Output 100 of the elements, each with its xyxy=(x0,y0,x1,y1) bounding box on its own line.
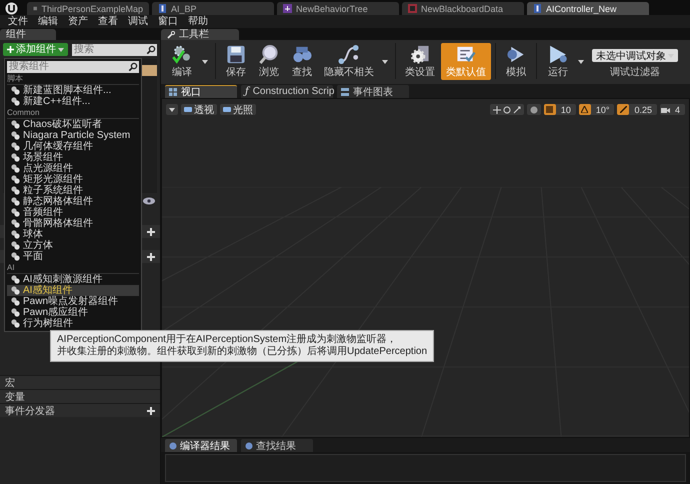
menu-item[interactable]: 帮助 xyxy=(184,16,212,28)
file-tab[interactable]: AIController_New xyxy=(527,2,649,15)
panel-tab[interactable]: 工具栏 xyxy=(161,29,239,40)
toolbar-button[interactable]: 编译 xyxy=(165,43,199,80)
document-icon xyxy=(169,442,177,450)
tooltip-text: AIPerceptionComponent用于在AIPerceptionSystem注册成为刺激物监听器， xyxy=(57,334,398,346)
node-graph-icon xyxy=(337,44,361,65)
grid-icon xyxy=(341,88,349,96)
menu-item[interactable]: 平面 xyxy=(7,251,139,262)
editor-tab[interactable]: 事件图表 xyxy=(337,85,409,98)
menu-item[interactable]: Pawn噪点发射器组件 xyxy=(7,296,139,307)
file-tab[interactable]: AI_BP xyxy=(152,2,274,15)
viewport-options-button[interactable] xyxy=(166,104,178,115)
caret-icon[interactable] xyxy=(202,60,208,64)
toolbar-button[interactable]: 查找 xyxy=(286,43,318,80)
menu-item[interactable]: 编辑 xyxy=(34,16,62,28)
world-local-button[interactable] xyxy=(526,104,541,115)
menu-item[interactable]: 音频组件 xyxy=(7,207,139,218)
editor-tab[interactable]: ƒ Construction Scrip xyxy=(241,85,333,98)
file-tab[interactable]: ThirdPersonExampleMap xyxy=(27,2,149,15)
wrench-icon xyxy=(167,30,175,38)
move-icon[interactable] xyxy=(492,106,501,114)
menu-item[interactable]: Chaos破坏监听者 xyxy=(7,119,139,130)
plus-icon xyxy=(7,46,14,53)
debug-filter-dropdown[interactable]: 未选中调试对象 xyxy=(592,49,678,62)
menu-item[interactable]: 行为树组件 xyxy=(7,318,139,329)
debug-filter-label: 调试过滤器 xyxy=(610,66,660,79)
search-icon[interactable] xyxy=(127,61,139,73)
eye-icon[interactable] xyxy=(143,197,157,205)
menu-item[interactable]: 新建C++组件... xyxy=(7,96,139,107)
plus-icon[interactable] xyxy=(147,252,155,260)
panel-tab[interactable]: 查找结果 xyxy=(241,439,313,452)
menu-item[interactable]: 资产 xyxy=(64,16,92,28)
grid-snap-button[interactable] xyxy=(544,104,556,115)
add-component-button[interactable]: 添加组件 xyxy=(3,43,68,56)
camera-icon xyxy=(660,106,670,114)
floppy-icon xyxy=(225,44,247,65)
toolbar-button[interactable]: 浏览 xyxy=(253,43,285,80)
category-header: AI xyxy=(7,263,139,274)
menu-item[interactable]: 骨骼网格体组件 xyxy=(7,218,139,229)
board-icon xyxy=(408,4,417,13)
grid-icon xyxy=(169,88,177,96)
grid-icon xyxy=(546,106,554,113)
panel-tab[interactable]: 编译器结果 xyxy=(165,439,237,452)
gear-icon xyxy=(409,44,431,65)
menu-item[interactable]: 查看 xyxy=(94,16,122,28)
editor-tab[interactable]: 视口 xyxy=(165,85,237,98)
section-title: 事件分发器 xyxy=(5,404,55,418)
menu-item[interactable]: 新建蓝图脚本组件... xyxy=(7,85,139,96)
plus-icon[interactable] xyxy=(147,228,155,236)
map-icon xyxy=(33,4,38,13)
menu-item[interactable]: 立方体 xyxy=(7,240,139,251)
category-header: 脚本 xyxy=(7,74,139,85)
section-title: 宏 xyxy=(5,376,15,390)
caret-icon[interactable] xyxy=(382,60,388,64)
view-mode-button[interactable]: 光照 xyxy=(220,104,256,115)
menu-item[interactable]: 窗口 xyxy=(154,16,182,28)
menu-item[interactable]: Pawn感应组件 xyxy=(7,307,139,318)
menu-item[interactable]: 矩形光源组件 xyxy=(7,174,139,185)
file-tab[interactable]: NewBlackboardData xyxy=(402,2,524,15)
toolbar-button[interactable]: 运行 xyxy=(541,43,575,80)
tree-icon xyxy=(283,4,292,13)
toolbar-button[interactable]: 隐藏不相关 xyxy=(319,43,379,80)
menu-item[interactable]: 场景组件 xyxy=(7,152,139,163)
menu-item[interactable]: 点光源组件 xyxy=(7,163,139,174)
toolbar-button[interactable]: 保存 xyxy=(220,43,252,80)
menu-item[interactable]: 文件 xyxy=(4,16,32,28)
search-icon[interactable] xyxy=(145,44,157,56)
file-tab[interactable]: NewBehaviorTree xyxy=(277,2,399,15)
cube-icon xyxy=(223,106,231,113)
plus-icon[interactable] xyxy=(147,406,155,414)
menu-item[interactable]: AI感知刺激源组件 xyxy=(7,274,139,285)
scale-icon[interactable] xyxy=(512,106,521,114)
menu-item[interactable]: 粒子系统组件 xyxy=(7,185,139,196)
caret-icon[interactable] xyxy=(578,60,584,64)
menu-item[interactable]: 静态网格体组件 xyxy=(7,196,139,207)
toolbar-button[interactable]: 类设置 xyxy=(400,43,440,80)
pawn-icon xyxy=(158,4,167,13)
caret-icon[interactable] xyxy=(169,108,175,112)
menu-item[interactable]: 调试 xyxy=(124,16,152,28)
document-icon xyxy=(245,442,253,450)
search-field[interactable]: 搜索 xyxy=(72,44,145,56)
view-mode-button[interactable]: 透视 xyxy=(181,104,217,115)
checklist-icon xyxy=(455,44,477,65)
section-header[interactable]: 宏 xyxy=(0,375,160,389)
rotate-icon[interactable] xyxy=(502,106,511,114)
cube-icon xyxy=(184,106,192,113)
rotation-snap-button[interactable] xyxy=(578,104,591,115)
binoculars-icon xyxy=(291,44,313,65)
section-header[interactable]: 变量 xyxy=(0,389,160,403)
menu-item[interactable]: AI感知组件 xyxy=(7,285,139,296)
magnifier-icon xyxy=(258,44,280,65)
menu-item[interactable]: 球体 xyxy=(7,229,139,240)
scale-snap-button[interactable] xyxy=(617,104,630,115)
panel-tab[interactable]: 组件 xyxy=(0,29,56,40)
menu-item[interactable]: 几何体缓存组件 xyxy=(7,141,139,152)
transform-tools[interactable] xyxy=(490,104,524,115)
menu-item[interactable]: Niagara Particle System xyxy=(7,130,139,141)
section-header[interactable]: 事件分发器 xyxy=(0,403,160,417)
toolbar-button[interactable]: 模拟 xyxy=(500,43,532,80)
